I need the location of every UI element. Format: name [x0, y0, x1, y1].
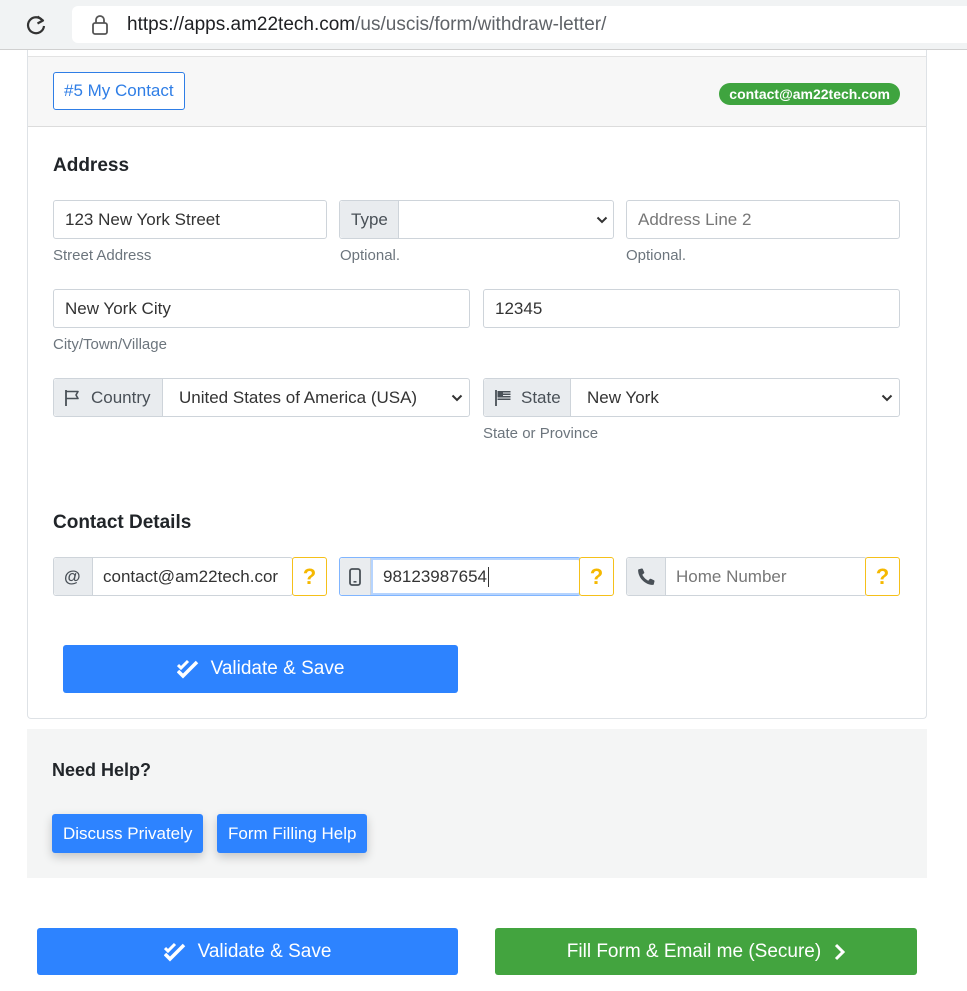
browser-toolbar: https://apps.am22tech.com/us/uscis/form/…	[0, 0, 967, 50]
phone-addon	[627, 558, 666, 595]
fill-form-email-content: Fill Form & Email me (Secure)	[495, 928, 917, 975]
type-label: Type	[351, 210, 388, 229]
type-help: Optional.	[340, 247, 401, 264]
at-icon: @	[64, 567, 81, 586]
city-help: City/Town/Village	[53, 336, 167, 353]
reload-icon[interactable]	[24, 13, 48, 37]
street-address-input[interactable]: 123 New York Street	[53, 200, 327, 239]
flag-usa-icon	[495, 390, 511, 406]
bottom-validate-save-button[interactable]: Validate & Save	[37, 928, 458, 975]
state-addon: State	[484, 379, 571, 416]
double-check-icon	[176, 659, 198, 679]
section-tag[interactable]: #5 My Contact	[53, 72, 185, 110]
address-line2-input[interactable]: Address Line 2	[626, 200, 900, 239]
validate-save-button[interactable]: Validate & Save	[63, 645, 458, 693]
home-help-button[interactable]: ?	[865, 557, 900, 596]
mobile-addon	[340, 558, 371, 595]
form-filling-help-button[interactable]: Form Filling Help	[217, 814, 368, 853]
chevron-down-icon	[596, 216, 608, 224]
double-check-icon	[163, 942, 185, 961]
mobile-help-button[interactable]: ?	[579, 557, 614, 596]
need-help-heading: Need Help?	[52, 760, 152, 780]
flag-icon	[65, 390, 79, 406]
home-number-placeholder: Home Number	[676, 567, 787, 586]
mobile-value: 98123987654	[383, 567, 490, 587]
email-value: contact@am22tech.cor	[103, 567, 279, 586]
email-badge: contact@am22tech.com	[719, 83, 900, 105]
state-select[interactable]: State New York	[483, 378, 900, 417]
address-heading: Address	[53, 155, 130, 176]
city-value: New York City	[65, 299, 171, 318]
url-path: /us/uscis/form/withdraw-letter/	[355, 14, 607, 35]
card-header: #5 My Contact contact@am22tech.com	[28, 56, 926, 127]
email-addon: @	[54, 558, 93, 595]
validate-save-content: Validate & Save	[63, 645, 458, 693]
mobile-input[interactable]: 98123987654	[339, 557, 581, 596]
help-panel: Need Help? Discuss Privately Form Fillin…	[27, 729, 927, 878]
contact-card: #5 My Contact contact@am22tech.com Addre…	[27, 50, 927, 719]
bottom-validate-save-label: Validate & Save	[197, 940, 332, 962]
url-host: https://apps.am22tech.com	[127, 14, 356, 35]
state-label: State	[521, 388, 561, 407]
type-addon: Type	[340, 201, 399, 238]
phone-icon	[638, 568, 655, 585]
chevron-down-icon	[881, 394, 893, 402]
chevron-right-icon	[835, 943, 846, 960]
street-address-help: Street Address	[53, 247, 152, 264]
fill-form-email-label: Fill Form & Email me (Secure)	[566, 940, 822, 962]
fill-form-email-button[interactable]: Fill Form & Email me (Secure)	[495, 928, 917, 975]
country-addon: Country	[54, 379, 163, 416]
contact-details-heading: Contact Details	[53, 512, 192, 533]
bottom-validate-save-content: Validate & Save	[37, 928, 458, 975]
zip-value: 12345	[495, 299, 543, 318]
street-address-value: 123 New York Street	[65, 210, 220, 229]
address-type-select[interactable]: Type	[339, 200, 614, 239]
country-value: United States of America (USA)	[179, 388, 418, 407]
home-number-input[interactable]: Home Number	[626, 557, 867, 596]
address-line2-placeholder: Address Line 2	[638, 210, 752, 229]
zip-input[interactable]: 12345	[483, 289, 900, 328]
url-text: https://apps.am22tech.com/us/uscis/form/…	[127, 14, 606, 36]
validate-save-label: Validate & Save	[210, 658, 345, 679]
lock-icon	[92, 15, 108, 35]
chevron-down-icon	[451, 394, 463, 402]
address-line2-help: Optional.	[626, 247, 687, 264]
city-input[interactable]: New York City	[53, 289, 470, 328]
discuss-privately-button[interactable]: Discuss Privately	[52, 814, 204, 853]
mobile-phone-icon	[349, 568, 361, 586]
country-label: Country	[91, 388, 151, 407]
address-bar[interactable]: https://apps.am22tech.com/us/uscis/form/…	[72, 6, 967, 43]
country-select[interactable]: Country United States of America (USA)	[53, 378, 470, 417]
email-help-button[interactable]: ?	[292, 557, 327, 596]
state-help: State or Province	[483, 425, 599, 442]
state-value: New York	[587, 388, 659, 407]
email-input[interactable]: @ contact@am22tech.cor	[53, 557, 293, 596]
